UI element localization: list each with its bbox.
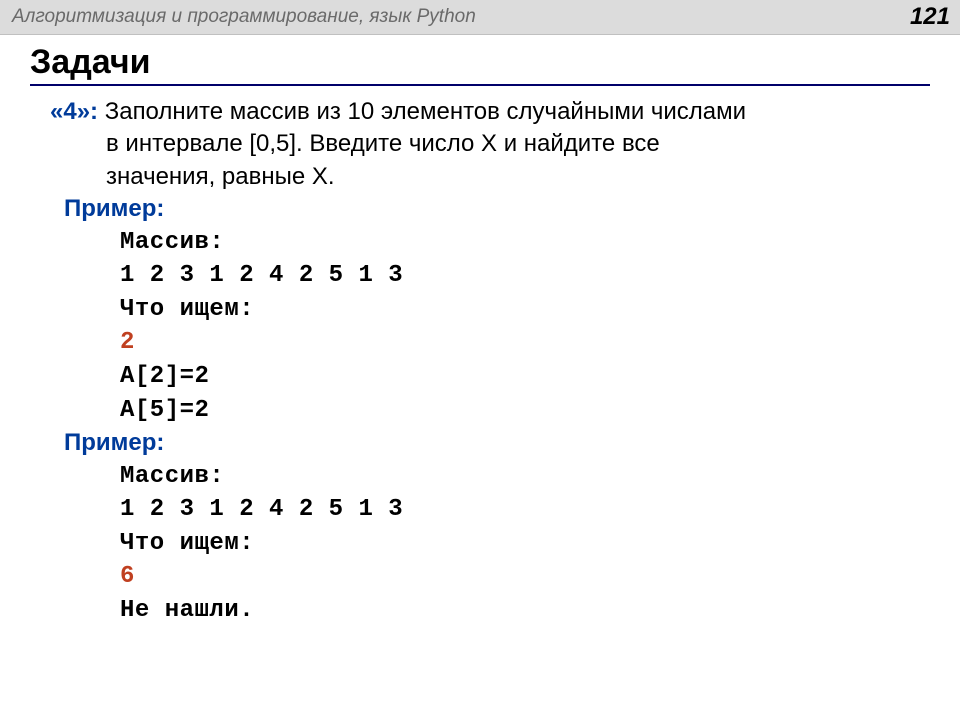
task-line-2: в интервале [0,5]. Введите число X и най…: [50, 128, 930, 160]
slide-content: Задачи «4»: Заполните массив из 10 элеме…: [0, 35, 960, 627]
ex1-search-value: 2: [30, 326, 930, 360]
header-title: Алгоритмизация и программирование, язык …: [12, 6, 476, 28]
ex2-notfound: Не нашли.: [30, 594, 930, 628]
task-block: «4»: Заполните массив из 10 элементов сл…: [30, 96, 930, 193]
ex2-search-value: 6: [30, 560, 930, 594]
ex1-array: 1 2 3 1 2 4 2 5 1 3: [30, 259, 930, 293]
ex1-array-label: Массив:: [30, 226, 930, 260]
task-line-3: значения, равные X.: [50, 161, 930, 193]
ex2-array-label: Массив:: [30, 460, 930, 494]
ex1-result-2: A[5]=2: [30, 394, 930, 428]
page-number: 121: [910, 3, 950, 31]
example-label-1: Пример:: [30, 193, 930, 225]
ex2-search-label: Что ищем:: [30, 527, 930, 561]
task-line-1: Заполните массив из 10 элементов случайн…: [105, 98, 746, 125]
ex1-result-1: A[2]=2: [30, 360, 930, 394]
example-label-2: Пример:: [30, 427, 930, 459]
section-title: Задачи: [30, 43, 930, 86]
header-bar: Алгоритмизация и программирование, язык …: [0, 0, 960, 35]
grade-label: «4»:: [50, 98, 98, 125]
ex1-search-label: Что ищем:: [30, 293, 930, 327]
ex2-array: 1 2 3 1 2 4 2 5 1 3: [30, 493, 930, 527]
